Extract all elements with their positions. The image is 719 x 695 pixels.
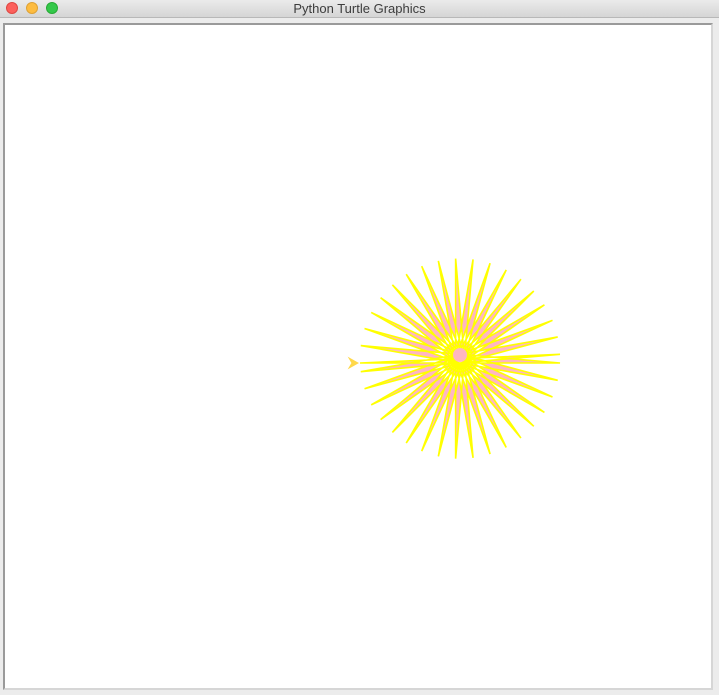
drawing-surface	[347, 258, 561, 459]
turtle-cursor-icon	[347, 356, 360, 370]
window-title: Python Turtle Graphics	[293, 1, 426, 16]
title-bar[interactable]: Python Turtle Graphics	[0, 0, 719, 18]
turtle-window: Python Turtle Graphics	[0, 0, 719, 695]
star-center	[453, 348, 467, 362]
turtle-canvas[interactable]	[3, 23, 713, 690]
